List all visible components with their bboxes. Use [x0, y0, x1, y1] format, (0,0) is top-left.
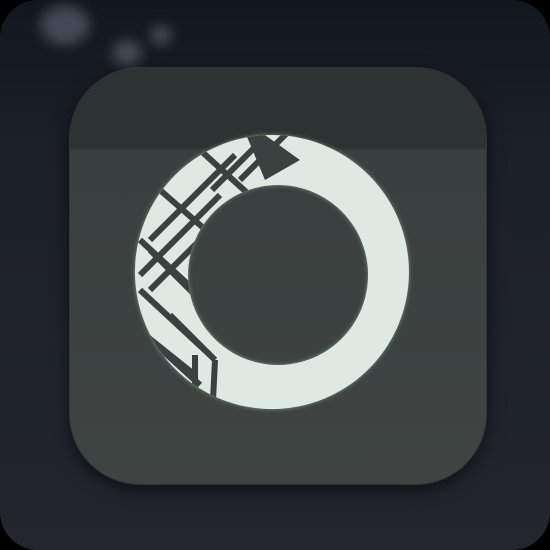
app-icon-background — [0, 0, 550, 550]
anaconda-ring-icon — [134, 135, 409, 409]
